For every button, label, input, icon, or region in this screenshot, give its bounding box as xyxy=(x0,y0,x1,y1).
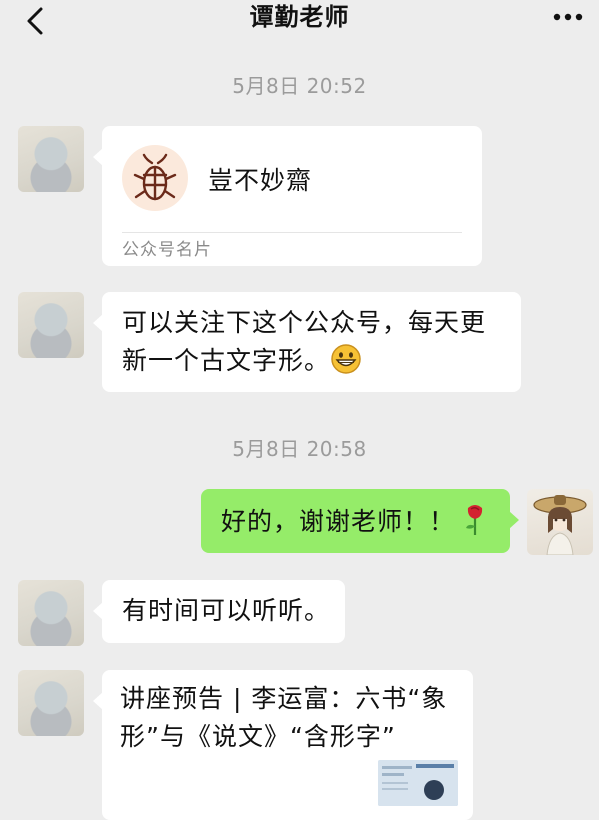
article-thumbnail xyxy=(378,760,458,806)
more-dots-icon xyxy=(553,13,583,21)
chat-title: 谭勤老师 xyxy=(249,3,350,31)
article-link-card[interactable]: 讲座预告 | 李运富：六书“象形”与《说文》“含形字” xyxy=(93,670,473,820)
card-type-label: 公众号名片 xyxy=(122,240,212,260)
article-title: 讲座预告 | 李运富：六书“象形”与《说文》“含形字” xyxy=(120,684,448,751)
teacher-avatar[interactable] xyxy=(18,126,84,192)
official-account-name: 豈不妙齋 xyxy=(208,166,313,195)
message-bubble[interactable]: 可以关注下这个公众号，每天更新一个古文字形。 xyxy=(93,292,521,392)
message-text: 可以关注下这个公众号，每天更新一个古文字形。 xyxy=(122,308,487,375)
message-text: 有时间可以听听。 xyxy=(122,596,331,625)
teacher-avatar[interactable] xyxy=(18,580,84,646)
teacher-avatar[interactable] xyxy=(18,292,84,358)
my-avatar[interactable] xyxy=(527,489,593,555)
sent-message-bubble[interactable]: 好的，谢谢老师！！ xyxy=(201,489,519,553)
message-bubble[interactable]: 有时间可以听听。 xyxy=(93,580,345,643)
chat-header: 谭勤老师 xyxy=(0,0,599,48)
timestamp: 5月8日 20:58 xyxy=(232,437,367,461)
timestamp: 5月8日 20:52 xyxy=(232,74,367,98)
card-divider xyxy=(122,232,462,233)
official-account-card[interactable]: 豈不妙齋 公众号名片 xyxy=(93,126,482,266)
message-text: 好的，谢谢老师！！ xyxy=(221,507,456,536)
more-button[interactable] xyxy=(551,4,585,30)
teacher-avatar[interactable] xyxy=(18,670,84,736)
official-account-logo xyxy=(122,145,188,211)
grinning-face-icon xyxy=(331,344,361,374)
rose-icon xyxy=(466,505,483,535)
